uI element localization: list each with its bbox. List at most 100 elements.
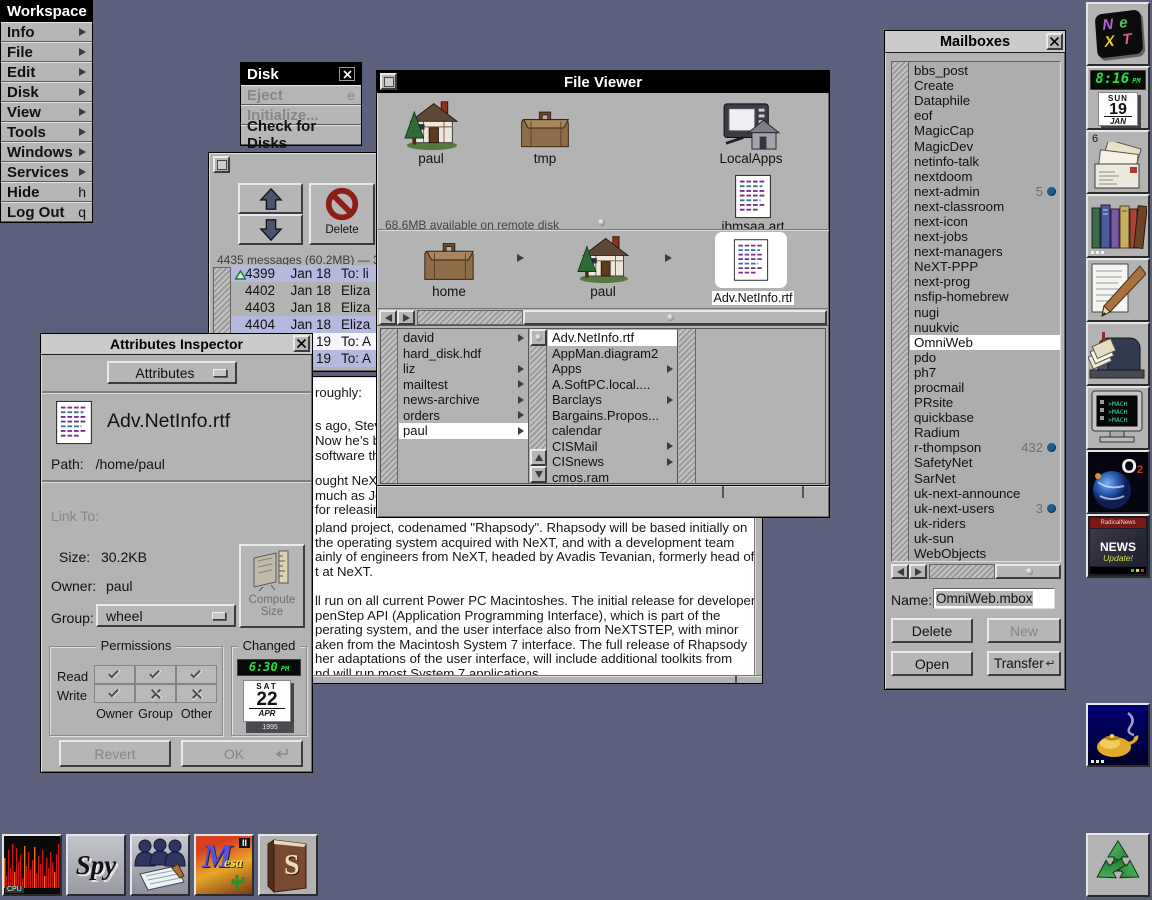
column-scrollbar[interactable] — [381, 329, 398, 483]
file-icon-ibmsaa[interactable]: ibmsaa.art — [713, 173, 793, 234]
mailbox-item-magicdev[interactable]: MagicDev — [910, 138, 1060, 154]
mailbox-item-eof[interactable]: eof — [910, 108, 1060, 123]
permission-check-checkbox[interactable] — [94, 684, 135, 703]
permission-check-checkbox[interactable] — [176, 665, 217, 684]
menu-item-disk[interactable]: Disk — [1, 82, 92, 102]
file-viewer-titlebar[interactable]: File Viewer — [377, 71, 829, 93]
file-icon-localapps[interactable]: LocalApps — [711, 99, 791, 166]
mail-down-button[interactable] — [238, 214, 303, 245]
mailboxes-titlebar[interactable]: Mailboxes — [885, 31, 1065, 53]
browser-item-calendar[interactable]: calendar — [548, 423, 677, 439]
dock-tile-edit[interactable] — [1086, 258, 1150, 322]
scroll-left-button[interactable] — [891, 564, 909, 579]
browser-item-paul[interactable]: paul — [399, 423, 528, 439]
mailbox-item-next-managers[interactable]: next-managers — [910, 244, 1060, 259]
shelf-item-selected[interactable] — [715, 232, 787, 288]
mailbox-item-nextdoom[interactable]: nextdoom — [910, 169, 1060, 184]
compute-size-button[interactable]: Compute Size — [239, 544, 305, 628]
browser-item-cmos-ram[interactable]: cmos.ram — [548, 470, 677, 483]
scrollbar-track[interactable] — [417, 310, 523, 325]
dock-tile-spy[interactable]: Spy — [66, 834, 126, 896]
browser-item-hard-disk-hdf[interactable]: hard_disk.hdf — [399, 346, 528, 362]
dock-tile-stuffit[interactable]: S — [258, 834, 318, 896]
column-scrollbar[interactable] — [679, 329, 696, 483]
mailbox-item-radium[interactable]: Radium — [910, 425, 1060, 440]
mailbox-hscrollbar[interactable] — [891, 564, 1061, 581]
mail-up-button[interactable] — [238, 183, 303, 214]
shelf-item-home[interactable]: home — [409, 234, 489, 299]
file-icon-tmp[interactable]: tmp — [505, 99, 585, 166]
scroll-down-button[interactable] — [530, 466, 547, 483]
mailbox-item-nugi[interactable]: nugi — [910, 305, 1060, 320]
mailbox-item-uk-next-announce[interactable]: uk-next-announce — [910, 486, 1060, 501]
permission-check-checkbox[interactable] — [94, 665, 135, 684]
mailbox-item-create[interactable]: Create — [910, 78, 1060, 93]
mailbox-item-next-admin[interactable]: next-admin 5 — [910, 184, 1060, 199]
close-button[interactable] — [1046, 33, 1063, 50]
mailbox-item-webobjects[interactable]: WebObjects — [910, 546, 1060, 561]
mailbox-item-next-ppp[interactable]: NeXT-PPP — [910, 259, 1060, 274]
close-button[interactable] — [339, 67, 355, 81]
permission-check-checkbox[interactable] — [135, 665, 176, 684]
scroll-up-button[interactable] — [530, 449, 547, 466]
mailbox-item-quickbase[interactable]: quickbase — [910, 410, 1060, 425]
mailbox-item-nsfip-homebrew[interactable]: nsfip-homebrew — [910, 289, 1060, 304]
menu-title[interactable]: Workspace — [1, 1, 92, 22]
menu-item-tools[interactable]: Tools — [1, 122, 92, 142]
dock-tile-next-logo[interactable]: N e X T — [1086, 2, 1150, 66]
menu-item-edit[interactable]: Edit — [1, 62, 92, 82]
mailbox-item-sarnet[interactable]: SarNet — [910, 471, 1060, 486]
transfer-button[interactable]: Transfer — [987, 651, 1061, 676]
menu-item-eject[interactable]: Eject e — [241, 85, 361, 105]
message-row[interactable]: 4399 Jan 18 To: li — [231, 265, 379, 282]
miniaturize-button[interactable] — [380, 73, 397, 90]
browser-item-cismail[interactable]: CISMail — [548, 439, 677, 455]
inspector-titlebar[interactable]: Attributes Inspector — [41, 334, 312, 355]
dock-tile-news[interactable]: RadicalNews NEWS Update! — [1086, 514, 1150, 578]
scrollbar-knob[interactable] — [995, 564, 1061, 579]
resize-bar[interactable] — [377, 485, 829, 498]
permission-cross-checkbox[interactable] — [135, 684, 176, 703]
menu-item-file[interactable]: File — [1, 42, 92, 62]
scrollbar-track[interactable] — [929, 564, 995, 579]
mailbox-item-nuukvic[interactable]: nuukvic — [910, 320, 1060, 335]
revert-button[interactable]: Revert — [59, 740, 171, 767]
shelf-hscrollbar[interactable] — [377, 309, 829, 326]
dock-tile-cpu-monitor[interactable]: CPU — [2, 834, 62, 896]
mailbox-item-procmail[interactable]: procmail — [910, 380, 1060, 395]
ok-button[interactable]: OK — [181, 740, 303, 767]
message-row[interactable]: 4404 Jan 18 Eliza — [231, 316, 379, 333]
dock-tile-terminal[interactable]: >MACH >MACH >MACH — [1086, 386, 1150, 450]
miniaturize-button[interactable] — [213, 156, 230, 173]
dock-tile-omniweb[interactable]: O2 — [1086, 450, 1150, 514]
browser-item-barclays[interactable]: Barclays — [548, 392, 677, 408]
mailbox-item-next-icon[interactable]: next-icon — [910, 214, 1060, 229]
menu-title[interactable]: Disk — [241, 63, 361, 85]
dock-tile-recycler[interactable] — [1086, 833, 1150, 897]
message-row[interactable]: 4403 Jan 18 Eliza — [231, 299, 379, 316]
list-scrollbar[interactable] — [892, 62, 909, 561]
browser-item-a-softpc-local-[interactable]: A.SoftPC.local.... — [548, 377, 677, 393]
permission-cross-checkbox[interactable] — [176, 684, 217, 703]
mailbox-item-netinfo-talk[interactable]: netinfo-talk — [910, 154, 1060, 169]
name-field[interactable]: OmniWeb.mbox — [933, 588, 1055, 609]
browser-item-david[interactable]: david — [399, 330, 528, 346]
mailbox-item-uk-riders[interactable]: uk-riders — [910, 516, 1060, 531]
mailbox-item-pdo[interactable]: pdo — [910, 350, 1060, 365]
scroll-left-button[interactable] — [379, 310, 397, 325]
group-popup[interactable]: wheel — [96, 604, 236, 627]
menu-item-check-for-disks[interactable]: Check for Disks — [241, 118, 361, 152]
menu-item-log-out[interactable]: Log Out q — [1, 202, 92, 222]
mailbox-item-ph7[interactable]: ph7 — [910, 365, 1060, 380]
menu-item-hide[interactable]: Hide h — [1, 182, 92, 202]
mailbox-item-bbs-post[interactable]: bbs_post — [910, 63, 1060, 78]
mailbox-item-next-prog[interactable]: next-prog — [910, 274, 1060, 289]
mailbox-item-next-jobs[interactable]: next-jobs — [910, 229, 1060, 244]
dock-tile-newsgrazer[interactable] — [1086, 322, 1150, 386]
browser-item-liz[interactable]: liz — [399, 361, 528, 377]
mailbox-item-omniweb[interactable]: OmniWeb — [910, 334, 1060, 350]
menu-item-windows[interactable]: Windows — [1, 142, 92, 162]
browser-item-cisnews[interactable]: CISnews — [548, 454, 677, 470]
mailbox-item-uk-sun[interactable]: uk-sun — [910, 531, 1060, 546]
file-icon-paul[interactable]: paul — [391, 99, 471, 166]
